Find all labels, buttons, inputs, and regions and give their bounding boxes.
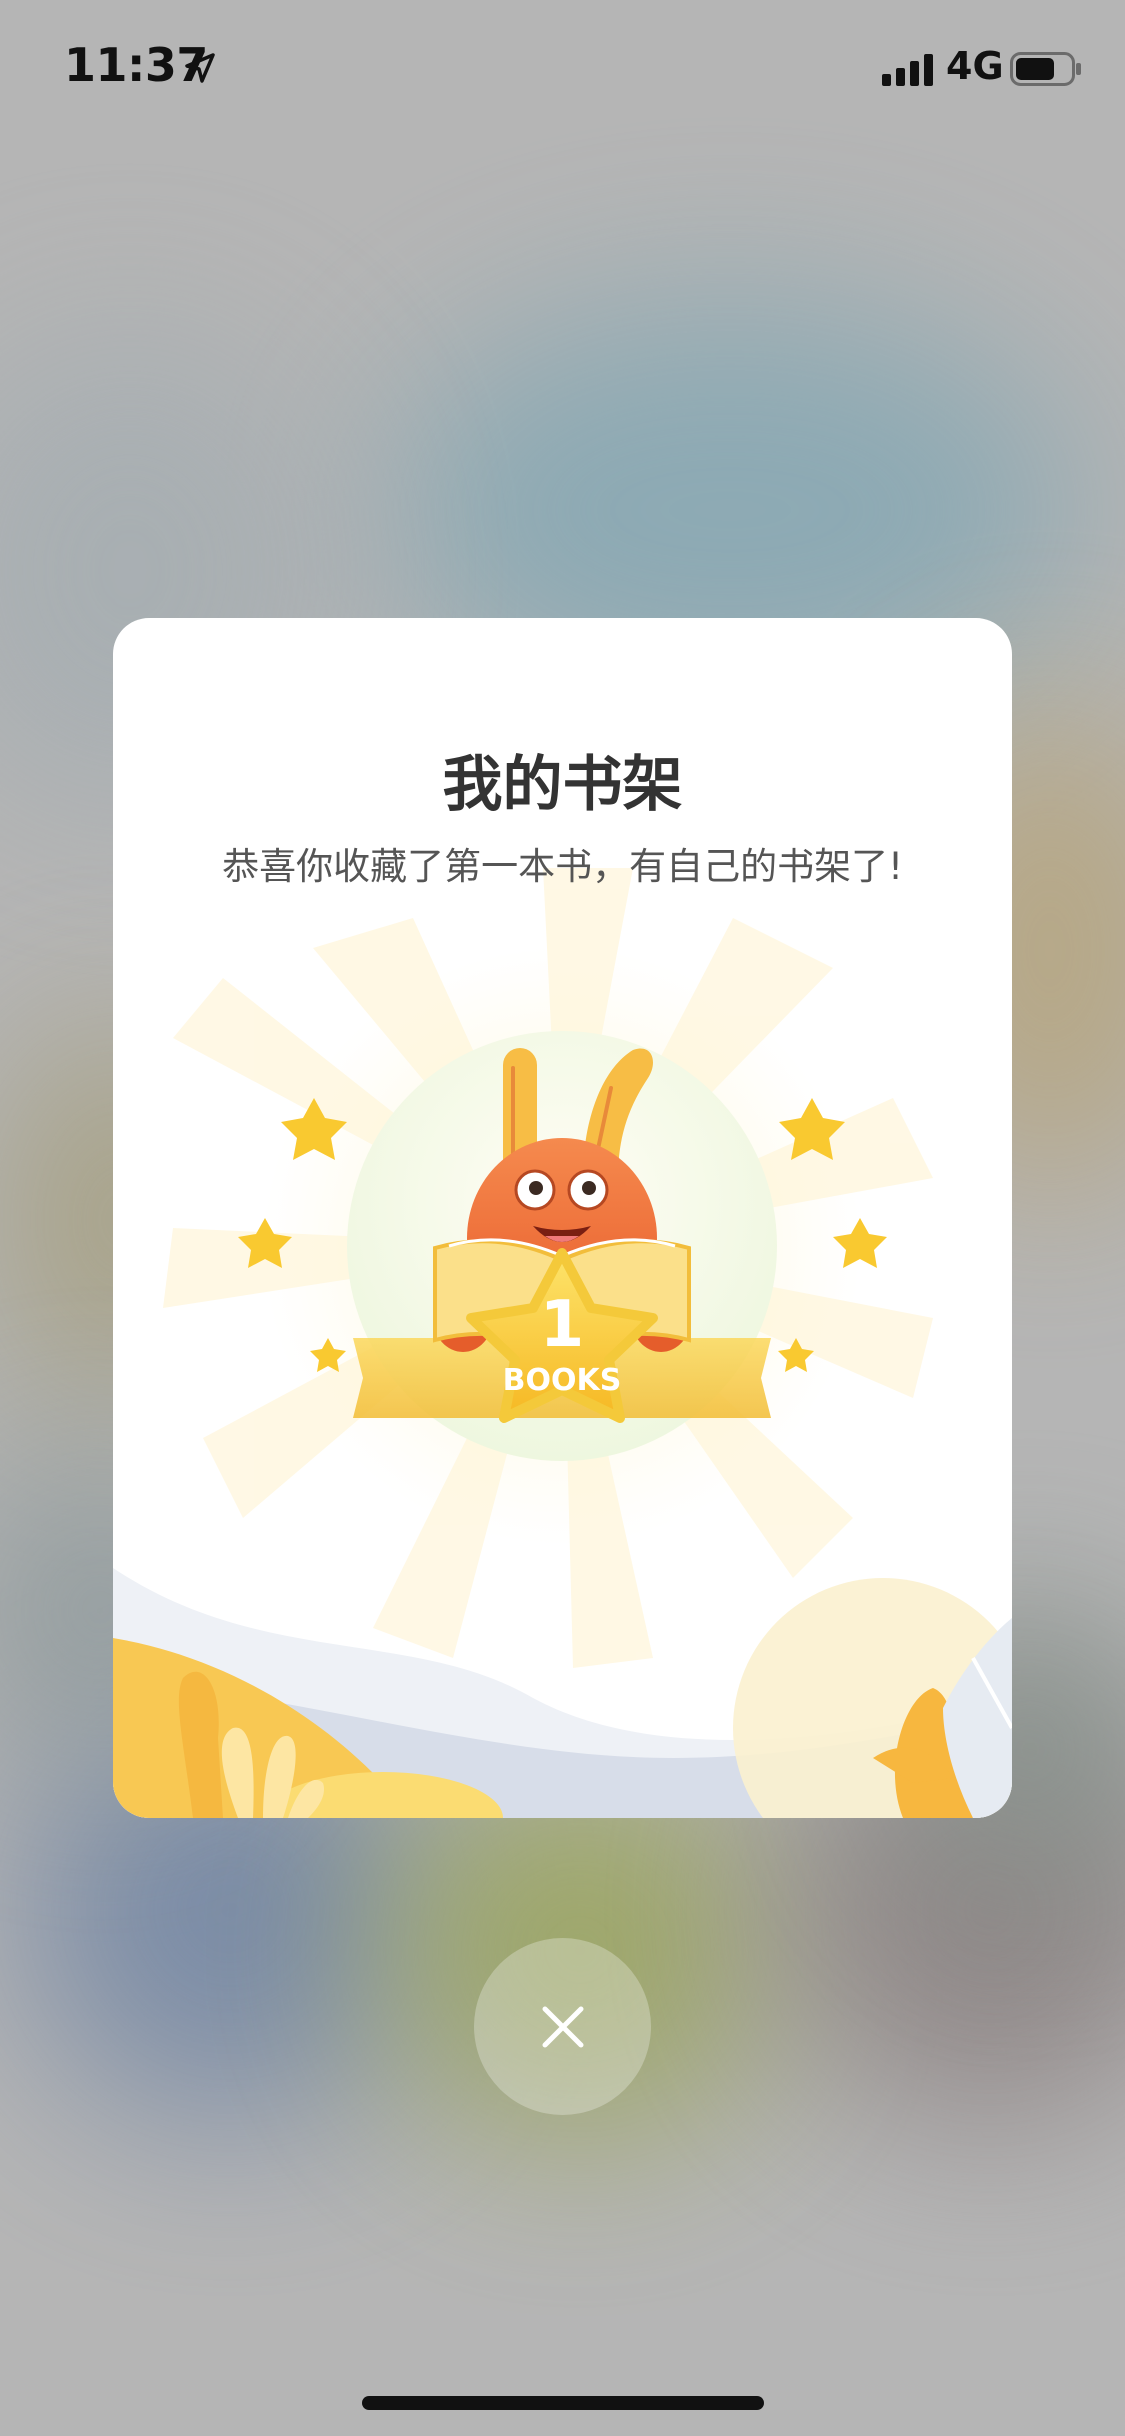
close-button[interactable] [474,1938,651,2115]
status-bar: 11:37 4G [0,0,1125,140]
badge-number: 1 [540,1288,585,1362]
bookshelf-achievement-dialog: 1 BOOKS 我的书架 恭喜你收藏了第一本书，有自己的书架了! [113,618,1012,1818]
close-icon [542,2006,583,2047]
dialog-subtitle: 恭喜你收藏了第一本书，有自己的书架了! [222,845,903,888]
signal-icon [882,54,933,86]
home-indicator[interactable] [362,2396,764,2410]
location-arrow-icon [185,53,215,83]
battery-icon [1010,52,1081,86]
dialog-title: 我的书架 [442,750,683,820]
network-type: 4G [946,44,1004,88]
badge-label: BOOKS [503,1363,622,1398]
